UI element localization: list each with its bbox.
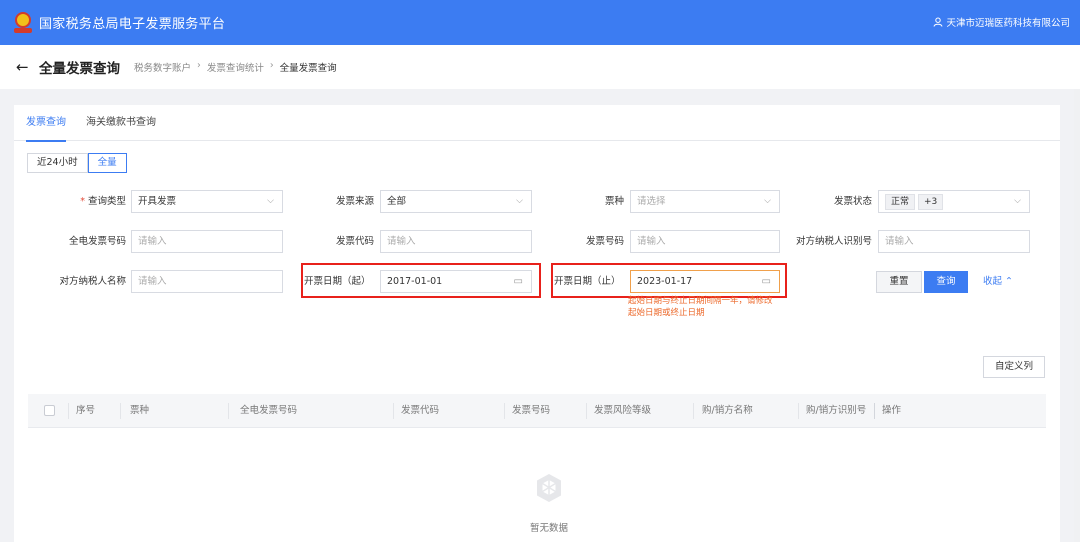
source-label: 发票来源 xyxy=(335,196,374,207)
no-input[interactable]: 请输入 xyxy=(630,230,780,253)
calendar-icon: ▭ xyxy=(761,276,771,287)
range-toggle: 近24小时 全量 xyxy=(27,153,127,173)
collapse-link[interactable]: 收起 ⌃ xyxy=(983,271,1013,293)
column-header: 购/销方识别号 xyxy=(806,405,867,416)
user-icon xyxy=(933,17,943,27)
range-all-button[interactable]: 全量 xyxy=(87,153,127,173)
column-header: 操作 xyxy=(882,405,902,416)
custom-columns-button[interactable]: 自定义列 xyxy=(983,356,1045,378)
tax-id-input[interactable]: 请输入 xyxy=(878,230,1030,253)
tab-customs-query[interactable]: 海关缴款书查询 xyxy=(86,105,156,141)
select-all-checkbox[interactable] xyxy=(44,405,55,416)
main-card: 发票查询 海关缴款书查询 近24小时 全量 * 查询类型 开具发票 ⌵ 发票来源 全… xyxy=(14,105,1060,542)
breadcrumb: 税务数字账户 › 发票查询统计 › 全量发票查询 xyxy=(134,60,337,74)
empty-text: 暂无数据 xyxy=(529,523,568,534)
tab-bar: 发票查询 海关缴款书查询 xyxy=(14,105,1060,142)
column-header: 购/销方名称 xyxy=(702,405,753,416)
chevron-down-icon: ⌵ xyxy=(516,196,523,206)
empty-state: 暂无数据 xyxy=(519,471,579,534)
breadcrumb-current: 全量发票查询 xyxy=(279,63,337,74)
user-name: 天津市迈瑞医药科技有限公司 xyxy=(946,18,1070,29)
status-tag: 正常 xyxy=(885,194,916,210)
no-label: 发票号码 xyxy=(585,236,624,247)
full-no-label: 全电发票号码 xyxy=(68,236,126,247)
date-start-label: 开票日期（起） xyxy=(304,276,371,287)
chevron-down-icon: ⌵ xyxy=(267,196,274,206)
back-arrow-icon[interactable]: ← xyxy=(16,58,32,76)
source-select[interactable]: 全部 ⌵ xyxy=(380,190,532,213)
full-no-input[interactable]: 请输入 xyxy=(131,230,283,253)
code-label: 发票代码 xyxy=(335,236,374,247)
status-tag-more: +3 xyxy=(918,194,944,210)
date-error-hint: 起始日期与终止日期间隔一年，请修改起始日期或终止日期 xyxy=(628,296,773,318)
chevron-down-icon: ⌵ xyxy=(764,196,771,206)
chevron-right-icon: › xyxy=(269,60,274,71)
code-input[interactable]: 请输入 xyxy=(380,230,532,253)
column-header: 全电发票号码 xyxy=(240,405,298,416)
calendar-icon: ▭ xyxy=(513,276,523,287)
user-menu[interactable]: 天津市迈瑞医药科技有限公司 xyxy=(933,15,1070,29)
tab-invoice-query[interactable]: 发票查询 xyxy=(26,105,66,142)
query-button[interactable]: 查询 xyxy=(924,271,968,293)
top-bar: 国家税务总局电子发票服务平台 天津市迈瑞医药科技有限公司 xyxy=(0,0,1080,45)
date-end-label: 开票日期（止） xyxy=(554,276,621,287)
date-start-input[interactable]: 2017-01-01 ▭ xyxy=(380,270,532,293)
empty-box-icon xyxy=(537,474,561,502)
column-header: 发票风险等级 xyxy=(594,405,652,416)
status-label: 发票状态 xyxy=(833,196,872,207)
chevron-up-icon: ⌃ xyxy=(1005,276,1014,287)
tax-id-label: 对方纳税人识别号 xyxy=(795,236,872,247)
breadcrumb-item[interactable]: 发票查询统计 xyxy=(207,60,264,74)
page-scrollbar[interactable] xyxy=(1074,89,1080,542)
chevron-down-icon: ⌵ xyxy=(1014,196,1021,206)
page-header: ← 全量发票查询 税务数字账户 › 发票查询统计 › 全量发票查询 xyxy=(0,45,1080,89)
range-24h-button[interactable]: 近24小时 xyxy=(27,153,88,173)
name-input[interactable]: 请输入 xyxy=(131,270,283,293)
kind-label: 票种 xyxy=(604,196,624,207)
reset-button[interactable]: 重置 xyxy=(876,271,922,293)
date-end-input[interactable]: 2023-01-17 ▭ xyxy=(630,270,780,293)
column-header: 发票代码 xyxy=(401,405,440,416)
site-title: 国家税务总局电子发票服务平台 xyxy=(39,17,226,32)
column-header: 序号 xyxy=(76,405,96,416)
breadcrumb-item[interactable]: 税务数字账户 xyxy=(134,60,191,74)
status-select[interactable]: 正常 +3 ⌵ xyxy=(878,190,1030,213)
column-header: 票种 xyxy=(130,405,150,416)
table-header: 序号 票种 全电发票号码 发票代码 发票号码 发票风险等级 购/销方名称 购/销… xyxy=(28,394,1046,428)
query-type-select[interactable]: 开具发票 ⌵ xyxy=(131,190,283,213)
page-title: 全量发票查询 xyxy=(39,61,120,77)
tax-emblem-icon xyxy=(12,11,34,35)
name-label: 对方纳税人名称 xyxy=(59,276,126,287)
column-header: 发票号码 xyxy=(512,405,551,416)
kind-select[interactable]: 请选择 ⌵ xyxy=(630,190,780,213)
query-type-label: * 查询类型 xyxy=(80,196,126,207)
chevron-right-icon: › xyxy=(197,60,201,71)
